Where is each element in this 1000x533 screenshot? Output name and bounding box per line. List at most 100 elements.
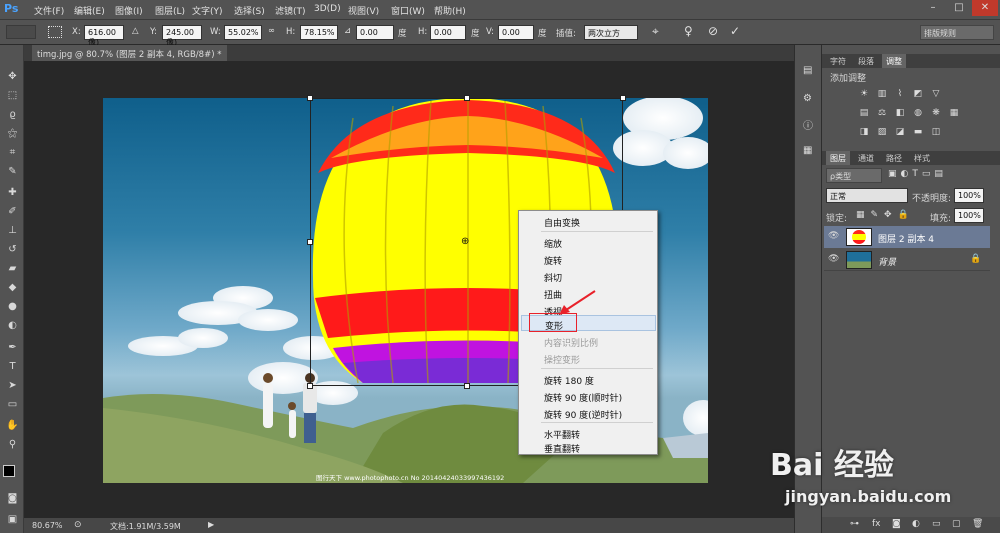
color-balance-icon[interactable]: ⚖	[876, 108, 888, 119]
transform-tool-icon[interactable]	[6, 25, 36, 39]
interpolation-select[interactable]: 两次立方	[584, 25, 638, 40]
workspace-select[interactable]: 排版规则	[920, 25, 994, 40]
transform-handle-ml[interactable]	[307, 239, 313, 245]
height-field[interactable]: 78.15%	[300, 25, 338, 40]
transform-handle-tl[interactable]	[307, 95, 313, 101]
quick-mask-icon[interactable]: ◙	[6, 492, 19, 505]
menu-help[interactable]: 帮助(H)	[434, 4, 466, 17]
menu-item-rotate-90-ccw[interactable]: 旋转 90 度(逆时针)	[519, 405, 657, 422]
threshold-icon[interactable]: ◪	[894, 127, 906, 138]
visibility-eye-icon[interactable]: 👁	[828, 254, 839, 264]
transform-handle-bl[interactable]	[307, 383, 313, 389]
gradient-map-icon[interactable]: ▬	[912, 127, 924, 138]
invert-icon[interactable]: ◨	[858, 127, 870, 138]
lasso-tool-icon[interactable]: ϱ	[6, 108, 19, 121]
menu-filter[interactable]: 滤镜(T)	[275, 4, 306, 17]
zoom-level[interactable]: 80.67%	[32, 521, 63, 530]
menu-item-rotate-180[interactable]: 旋转 180 度	[519, 371, 657, 388]
fx-icon[interactable]: fx	[872, 519, 881, 529]
menu-type[interactable]: 文字(Y)	[192, 4, 223, 17]
new-adjustment-icon[interactable]: ◐	[912, 519, 920, 529]
menu-view[interactable]: 视图(V)	[348, 4, 379, 17]
fill-field[interactable]: 100%	[954, 208, 984, 223]
brush-tool-icon[interactable]: ✐	[6, 205, 19, 218]
new-group-icon[interactable]: ▭	[932, 519, 941, 529]
y-field[interactable]: 245.00 像)	[162, 25, 202, 47]
status-arrow-icon[interactable]: ▶	[208, 520, 214, 529]
warp-mode-icon[interactable]: ⌖	[652, 24, 659, 39]
new-layer-icon[interactable]: ▢	[952, 519, 961, 529]
menu-item-flip-vertical[interactable]: 垂直翻转	[519, 439, 657, 456]
menu-edit[interactable]: 编辑(E)	[74, 4, 105, 17]
angle-field[interactable]: 0.00	[356, 25, 394, 40]
link-layers-icon[interactable]: ⊶	[850, 519, 859, 529]
color-lookup-icon[interactable]: ▦	[948, 108, 960, 119]
menu-layer[interactable]: 图层(L)	[155, 4, 185, 17]
layer-comps-icon[interactable]: ▦	[803, 145, 815, 157]
tab-channels[interactable]: 通道	[854, 151, 878, 165]
menu-item-scale[interactable]: 缩放	[519, 234, 657, 251]
path-select-icon[interactable]: ➤	[6, 379, 19, 392]
transform-center-icon[interactable]: ⊕	[461, 237, 471, 247]
actions-panel-icon[interactable]: ⚙	[803, 93, 815, 105]
layer-row-background[interactable]: 👁 背景 🔒	[824, 249, 990, 271]
curves-icon[interactable]: ⌇	[894, 89, 906, 100]
tab-adjustments[interactable]: 调整	[882, 54, 906, 68]
move-tool-icon[interactable]: ✥	[6, 70, 19, 83]
type-tool-icon[interactable]: T	[6, 360, 19, 373]
x-field[interactable]: 616.00 像)	[84, 25, 124, 47]
vskew-field[interactable]: 0.00	[498, 25, 534, 40]
blend-mode-select[interactable]: 正常	[826, 188, 908, 203]
transform-handle-bm[interactable]	[464, 383, 470, 389]
tab-paths[interactable]: 路径	[882, 151, 906, 165]
layer-kind-filter[interactable]: ρ类型	[826, 168, 882, 183]
channel-mixer-icon[interactable]: ❋	[930, 108, 942, 119]
hue-sat-icon[interactable]: ▤	[858, 108, 870, 119]
menu-select[interactable]: 选择(S)	[234, 4, 265, 17]
add-mask-icon[interactable]: ◙	[892, 519, 901, 529]
levels-icon[interactable]: ▥	[876, 89, 888, 100]
history-brush-icon[interactable]: ↺	[6, 243, 19, 256]
tab-paragraph[interactable]: 段落	[854, 54, 878, 68]
info-panel-icon[interactable]: ⓘ	[803, 117, 815, 132]
delete-layer-icon[interactable]: 🗑	[972, 519, 983, 529]
bw-icon[interactable]: ◧	[894, 108, 906, 119]
link-icon[interactable]: ∞	[268, 26, 275, 36]
menu-file[interactable]: 文件(F)	[34, 4, 64, 17]
menu-item-skew[interactable]: 斜切	[519, 268, 657, 285]
cancel-transform-icon[interactable]: ⊘	[708, 24, 718, 38]
menu-item-rotate-90-cw[interactable]: 旋转 90 度(顺时针)	[519, 388, 657, 405]
tab-styles[interactable]: 样式	[910, 151, 934, 165]
layer-row-selected[interactable]: 👁 图层 2 副本 4	[824, 226, 990, 248]
exposure-icon[interactable]: ◩	[912, 89, 924, 100]
minimize-button[interactable]: –	[920, 0, 946, 16]
status-menu-icon[interactable]: ⊙	[74, 520, 82, 530]
hand-tool-icon[interactable]: ✋	[6, 419, 19, 432]
hskew-field[interactable]: 0.00	[430, 25, 466, 40]
maximize-button[interactable]: □	[946, 0, 972, 16]
selective-color-icon[interactable]: ◫	[930, 127, 942, 138]
pen-tool-icon[interactable]: ✒	[6, 341, 19, 354]
menu-3d[interactable]: 3D(D)	[314, 4, 341, 14]
screen-mode-icon[interactable]: ▣	[6, 513, 19, 526]
menu-window[interactable]: 窗口(W)	[391, 4, 425, 17]
opacity-field[interactable]: 100%	[954, 188, 984, 203]
transform-handle-tm[interactable]	[464, 95, 470, 101]
width-field[interactable]: 55.02%	[224, 25, 262, 40]
blur-tool-icon[interactable]: ●	[6, 300, 19, 313]
menu-image[interactable]: 图像(I)	[115, 4, 143, 17]
lock-icons[interactable]: ▦✎✥🔒	[856, 210, 915, 220]
vibrance-icon[interactable]: ▽	[930, 89, 942, 100]
tab-layers[interactable]: 图层	[826, 151, 850, 165]
marquee-tool-icon[interactable]: ⬚	[6, 89, 19, 102]
photo-filter-icon[interactable]: ◍	[912, 108, 924, 119]
document-tab[interactable]: timg.jpg @ 80.7% (图层 2 副本 4, RGB/8#) *	[32, 45, 227, 61]
shape-tool-icon[interactable]: ▭	[6, 398, 19, 411]
paint-bucket-icon[interactable]: ◆	[6, 281, 19, 294]
crop-tool-icon[interactable]: ⌗	[6, 146, 19, 159]
history-panel-icon[interactable]: ▤	[803, 65, 815, 77]
menu-item-free-transform[interactable]: 自由变换	[519, 213, 657, 230]
close-button[interactable]: ✕	[972, 0, 998, 16]
magic-wand-icon[interactable]: ⚝	[6, 127, 19, 140]
layer-name[interactable]: 图层 2 副本 4	[878, 232, 934, 245]
